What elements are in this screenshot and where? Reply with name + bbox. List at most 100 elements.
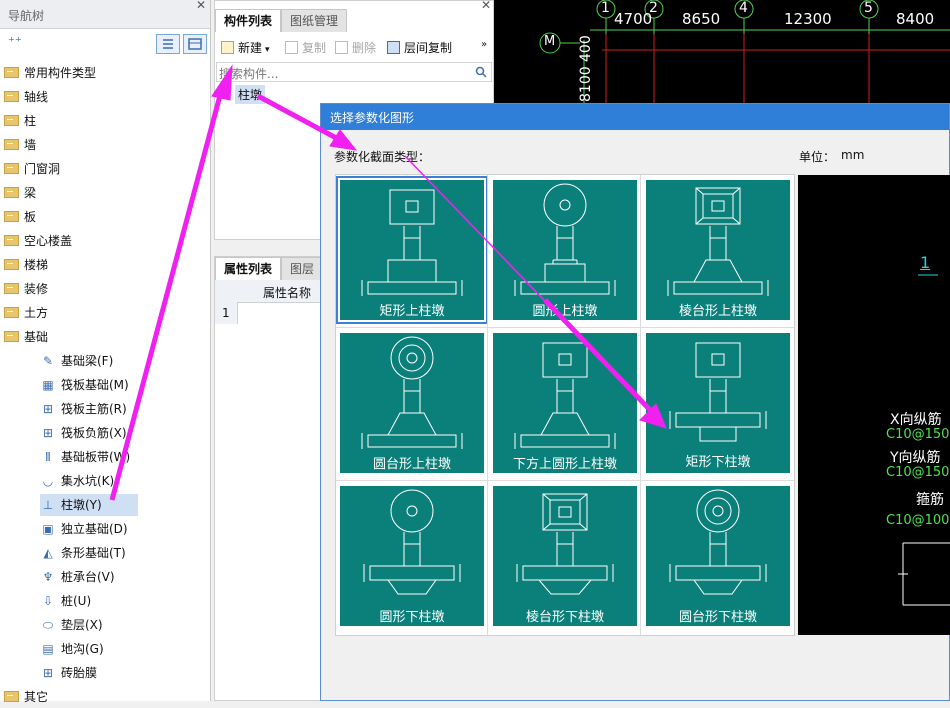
tree-child-0[interactable]: ✎ 基础梁(F) [40,350,138,372]
shape-label: 圆台形下柱墩 [678,610,757,625]
tab-component-list[interactable]: 构件列表 [215,9,282,32]
shape-option-0[interactable]: 矩形上柱墩 [336,176,488,324]
floor-copy-icon [387,41,400,54]
folder-icon [4,283,19,294]
tree-child-6[interactable]: ⊥ 柱墩(Y) [40,494,138,516]
shape-diagram-icon [361,189,463,296]
delete-button[interactable]: 删除 [335,39,376,57]
tab-drawing-management[interactable]: 图纸管理 [281,9,348,32]
list-icon [163,39,173,49]
tree-child-9[interactable]: ♆ 桩承台(V) [40,566,138,588]
shape-diagram-icon [361,336,463,449]
close-icon[interactable]: ✕ [481,0,491,12]
tree-child-7[interactable]: ▣ 独立基础(D) [40,518,138,540]
shape-option-8[interactable]: 圆台形下柱墩 [646,486,790,626]
tree-child-1[interactable]: ▦ 筏板基础(M) [40,374,138,396]
folder-open-icon [4,331,19,342]
tree-child-8[interactable]: ◭ 条形基础(T) [40,542,138,564]
folder-icon [4,259,19,270]
dialog-title-bar[interactable]: 选择参数化图形 [321,104,949,130]
shape-option-3[interactable]: 圆台形上柱墩 [340,333,484,473]
tab-layer-management[interactable]: 图层管 [281,257,323,298]
search-icon[interactable] [475,66,487,78]
axis-label: 4 [739,0,748,16]
rebar-neg-icon: ⊞ [42,426,54,440]
tree-item-label: 空心楼盖 [24,234,73,248]
tree-item-other[interactable]: 其它 [4,686,48,708]
dropdown-icon: ▾ [265,45,270,55]
tree-item-9[interactable]: 装修 [4,278,204,300]
unit-value: mm [841,148,865,162]
folder-icon [4,115,19,126]
folder-icon [4,307,19,318]
more-icon[interactable]: » [481,39,487,50]
tree-item-5[interactable]: 梁 [4,182,204,204]
tree-item-label: 轴线 [24,90,49,104]
folder-icon [4,691,19,702]
shape-option-5[interactable]: 矩形下柱墩 [646,333,790,473]
tree-item-2[interactable]: 柱 [4,110,204,132]
card-view-button[interactable] [183,34,207,54]
preview-drawing [898,274,950,606]
floor-copy-button[interactable]: 层间复制 [387,39,452,57]
grid-divider [640,175,641,635]
component-item-pier[interactable]: 柱墩 [235,85,266,104]
tree-item-6[interactable]: 板 [4,206,204,228]
tree-child-5[interactable]: ◡ 集水坑(K) [40,470,138,492]
property-list-panel: 属性列表 图层管 属性名称 1 [214,256,324,701]
folder-icon [4,235,19,246]
tree-item-label: 基础梁(F) [61,354,114,368]
new-icon [221,41,234,54]
tree-item-label: 楼梯 [24,258,49,272]
shape-option-7[interactable]: 棱台形下柱墩 [493,486,637,626]
pile-icon: ⇩ [42,594,54,608]
shape-label: 矩形下柱墩 [685,455,751,470]
tree-child-2[interactable]: ⊞ 筏板主筋(R) [40,398,138,420]
tree-child-3[interactable]: ⊞ 筏板负筋(X) [40,422,138,444]
tree-item-10[interactable]: 土方 [4,302,204,324]
tree-item-label: 梁 [24,186,37,200]
tree-item-1[interactable]: 轴线 [4,86,204,108]
unit-label: 单位： [799,150,836,164]
grid-divider [336,480,794,481]
tree-item-3[interactable]: 墙 [4,134,204,156]
tree-child-11[interactable]: ⬭ 垫层(X) [40,614,138,636]
tab-property-list[interactable]: 属性列表 [215,257,282,280]
shape-option-6[interactable]: 圆形下柱墩 [340,486,484,626]
tree-item-label: 板 [24,210,37,224]
tree-item-label: 地沟(G) [61,642,104,656]
shape-diagram-icon [514,342,616,449]
shape-diagram-icon [669,489,767,595]
close-icon[interactable]: ✕ [196,0,206,12]
tree-item-11[interactable]: 基础 [4,326,204,348]
tree-item-label: 垫层(X) [61,618,103,632]
tree-item-8[interactable]: 楼梯 [4,254,204,276]
shape-option-2[interactable]: 棱台形上柱墩 [646,180,790,320]
tree-item-label: 土方 [24,306,49,320]
search-input[interactable]: 搜索构件... [216,62,492,82]
sump-icon: ◡ [42,474,54,488]
copy-button[interactable]: 复制 [285,39,326,57]
tree-item-label: 砖胎膜 [61,666,98,680]
shape-option-4[interactable]: 下方上圆形上柱墩 [493,333,637,473]
tree-item-7[interactable]: 空心楼盖 [4,230,204,252]
shape-option-1[interactable]: 圆形上柱墩 [493,180,637,320]
expand-icon[interactable]: ⁺⁺ [8,35,22,50]
row-number: 1 [215,302,238,324]
grid-divider [487,175,488,635]
folder-icon [4,187,19,198]
tree-item-0[interactable]: 常用构件类型 [4,62,204,84]
tree-item-label: 门窗洞 [24,162,61,176]
tree-child-10[interactable]: ⇩ 桩(U) [40,590,138,612]
tree-child-4[interactable]: Ⅱ 基础板带(W) [40,446,138,468]
tree-item-label: 桩承台(V) [61,570,115,584]
folder-icon [4,67,19,78]
list-view-button[interactable] [156,34,180,54]
tree-item-4[interactable]: 门窗洞 [4,158,204,180]
tree-child-13[interactable]: ⊞ 砖胎膜 [40,662,138,684]
tree-child-12[interactable]: ▤ 地沟(G) [40,638,138,660]
tree-item-label: 其它 [24,690,49,704]
new-button[interactable]: 新建 ▾ [221,39,270,57]
dimension-label: 400 [578,35,594,62]
folder-icon [4,91,19,102]
